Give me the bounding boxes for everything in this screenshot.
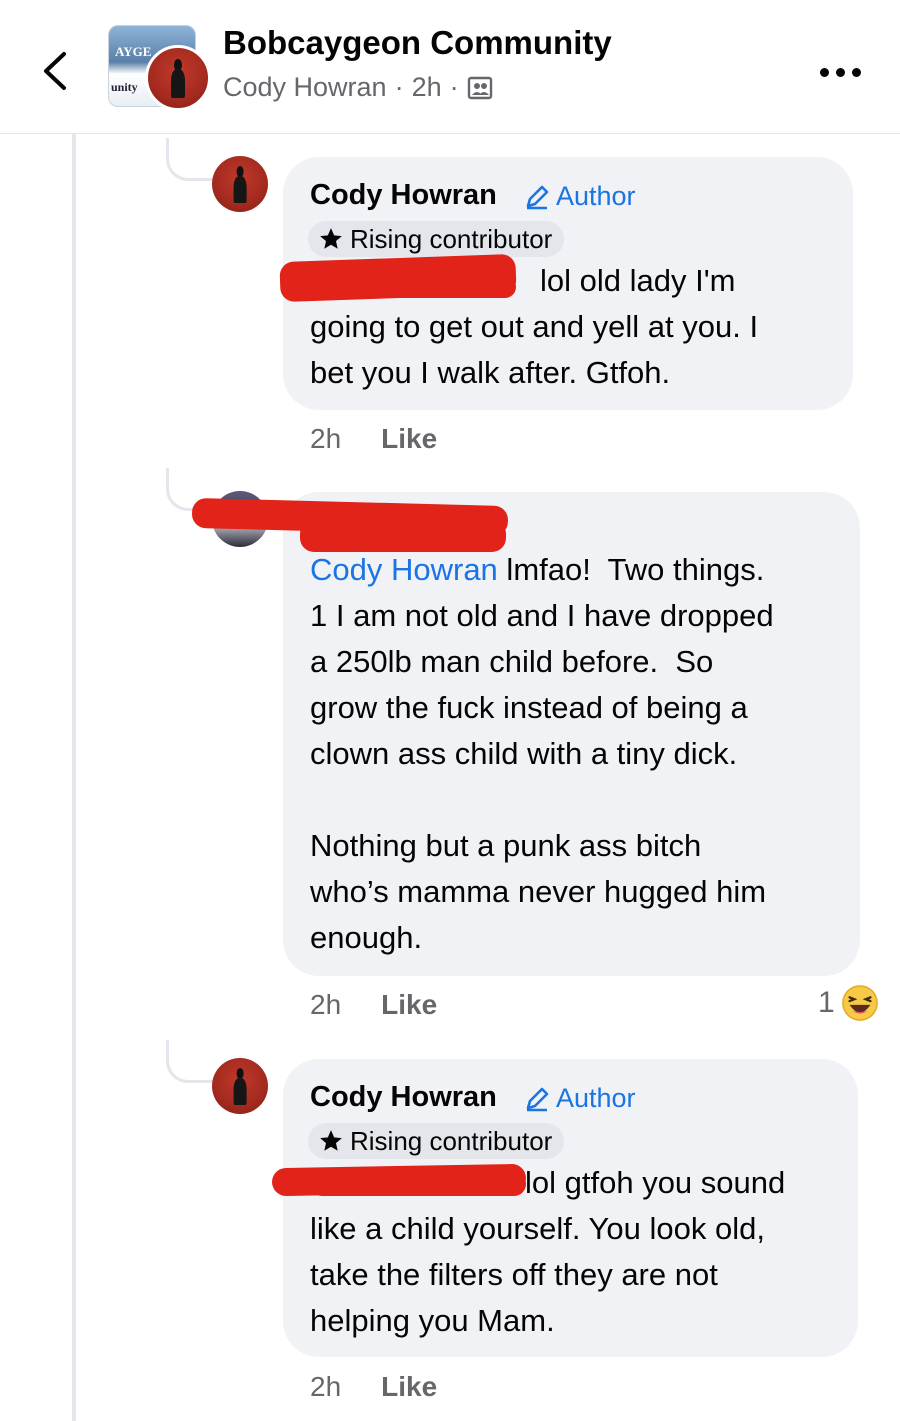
comment-author[interactable]: Cody Howran (310, 1081, 497, 1114)
poster-avatar[interactable] (145, 45, 211, 111)
comment-text-body: lmfao! Two things. 1 I am not old and I … (310, 552, 774, 955)
mention-link[interactable]: Cody Howran (310, 552, 498, 587)
like-button[interactable]: Like (381, 989, 437, 1021)
reaction-summary[interactable]: 1 (818, 984, 879, 1022)
thread-line (72, 134, 76, 1421)
comment-bubble: Cody Howran lmfao! Two things. 1 I am no… (283, 492, 860, 976)
group-avatar-text: unity (111, 80, 138, 94)
rising-contributor-badge[interactable]: Rising contributor (308, 1123, 565, 1159)
like-button[interactable]: Like (381, 1371, 437, 1403)
redaction-mark (318, 276, 516, 298)
reaction-count: 1 (818, 986, 835, 1019)
comment-actions: 2h Like (310, 423, 437, 455)
poster-name[interactable]: Cody Howran (223, 72, 387, 103)
more-dots-icon (820, 67, 829, 77)
group-avatar-text: AYGE (115, 44, 152, 59)
pencil-icon (526, 185, 549, 209)
post-time[interactable]: 2h (412, 72, 442, 103)
pencil-icon (526, 1087, 549, 1111)
post-header: AYGE unity Bobcaygeon Community Cody How… (0, 0, 900, 134)
author-badge: Author (524, 181, 636, 212)
like-button[interactable]: Like (381, 423, 437, 455)
comment-actions: 2h Like (310, 989, 437, 1021)
avatar[interactable] (212, 1058, 268, 1114)
chevron-left-icon (44, 52, 66, 90)
more-options-button[interactable] (820, 62, 870, 82)
comment-text: Cody Howran lmfao! Two things. 1 I am no… (310, 547, 855, 961)
rising-contributor-label: Rising contributor (350, 1125, 553, 1156)
author-badge: Author (524, 1083, 636, 1114)
comment-time[interactable]: 2h (310, 1371, 341, 1403)
comment-actions: 2h Like (310, 1371, 437, 1403)
more-dots-icon (836, 67, 845, 77)
meta-separator: · (449, 72, 459, 102)
rising-contributor-badge[interactable]: Rising contributor (308, 221, 565, 257)
back-button[interactable] (38, 46, 74, 96)
star-icon (320, 1130, 342, 1151)
comment-bubble: Cody Howran Author Rising contributor lo… (283, 1059, 858, 1357)
haha-emoji-icon (841, 985, 878, 1021)
post-meta: Cody Howran · 2h · (223, 72, 493, 103)
avatar[interactable] (212, 156, 268, 212)
meta-separator: · (394, 72, 404, 102)
author-badge-label: Author (556, 1083, 636, 1113)
more-dots-icon (852, 67, 861, 77)
author-badge-label: Author (556, 181, 636, 211)
group-name[interactable]: Bobcaygeon Community (223, 24, 612, 62)
rising-contributor-label: Rising contributor (350, 223, 553, 254)
redaction-mark (300, 520, 506, 552)
comment-time[interactable]: 2h (310, 989, 341, 1021)
star-icon (320, 228, 342, 249)
comment-author[interactable]: Cody Howran (310, 179, 497, 212)
group-members-icon (467, 76, 492, 99)
comment-time[interactable]: 2h (310, 423, 341, 455)
redaction-mark (310, 1172, 526, 1196)
